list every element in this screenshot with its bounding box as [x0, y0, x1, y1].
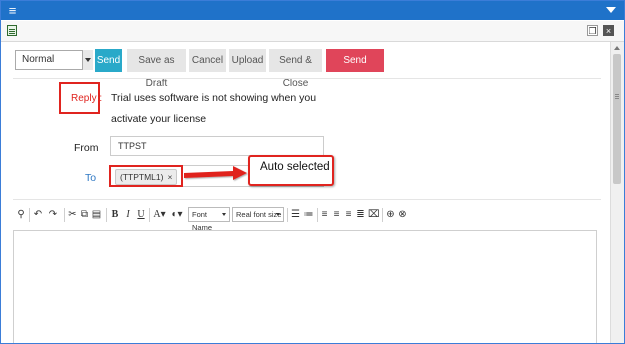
- insert-link-icon[interactable]: ⊕: [385, 208, 396, 222]
- italic-icon[interactable]: I: [123, 208, 133, 222]
- app-window: ≡ ❐ × Normal Send Save as Draft Cancel U…: [0, 0, 625, 344]
- undo-icon[interactable]: ↶: [31, 208, 45, 222]
- cut-icon[interactable]: ✂: [67, 208, 78, 222]
- remove-link-icon[interactable]: ⊗: [397, 208, 408, 222]
- separator: [287, 208, 288, 222]
- underline-icon[interactable]: U: [136, 208, 146, 222]
- redo-icon[interactable]: ↷: [46, 208, 60, 222]
- separator: [106, 208, 107, 222]
- annotation-text: Auto selected: [260, 161, 330, 173]
- highlight-color-icon[interactable]: ◐▾: [169, 208, 185, 222]
- divider: [13, 199, 601, 200]
- message-body-editor[interactable]: [13, 230, 597, 343]
- bold-icon[interactable]: B: [110, 208, 120, 222]
- separator: [64, 208, 65, 222]
- numbered-list-icon[interactable]: ≔: [303, 208, 314, 222]
- justify-icon[interactable]: ≣: [355, 208, 366, 222]
- align-center-icon[interactable]: ≡: [331, 208, 342, 222]
- bullet-list-icon[interactable]: ☰: [290, 208, 301, 222]
- separator: [29, 208, 30, 222]
- font-size-select[interactable]: Real font size: [232, 207, 284, 222]
- copy-icon[interactable]: ⧉: [79, 208, 90, 222]
- align-right-icon[interactable]: ≡: [343, 208, 354, 222]
- align-left-icon[interactable]: ≡: [319, 208, 330, 222]
- paste-icon[interactable]: ▤: [91, 208, 102, 222]
- separator: [382, 208, 383, 222]
- find-icon[interactable]: ⚲: [15, 208, 27, 222]
- editor-toolbar: ⚲ ↶ ↷ ✂ ⧉ ▤ B I U A▾ ◐▾ Font Name Real f…: [13, 205, 601, 232]
- font-name-select[interactable]: Font Name: [188, 207, 230, 232]
- separator: [317, 208, 318, 222]
- clear-format-icon[interactable]: ⌧: [368, 208, 380, 222]
- font-color-icon[interactable]: A▾: [152, 208, 167, 222]
- separator: [149, 208, 150, 222]
